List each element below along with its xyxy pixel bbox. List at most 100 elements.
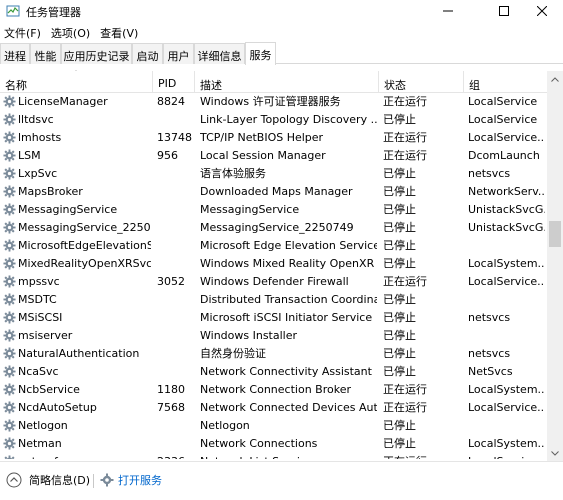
tab-details[interactable]: 详细信息 [194, 43, 245, 64]
service-status: 已停止 [383, 365, 416, 378]
table-row[interactable]: LicenseManager 8824 Windows 许可证管理器服务 正在运行 Lo… [0, 93, 547, 111]
table-row[interactable]: lltdsvc Link-Layer Topology Discovery ...… [0, 111, 547, 129]
menu-view[interactable]: 查看(V) [96, 23, 144, 41]
table-row[interactable]: LSM 956 Local Session Manager 正在运行 DcomLaunc… [0, 147, 547, 165]
service-gear-icon [3, 401, 16, 414]
table-row[interactable]: Netlogon Netlogon 已停止 [0, 417, 547, 435]
table-row[interactable]: Netman Network Connections 已停止 LocalSystem.… [0, 435, 547, 453]
column-header-description[interactable]: 描述 [195, 71, 379, 93]
service-description: 语言体验服务 [200, 167, 266, 180]
less-details-label: 简略信息(D) [29, 474, 91, 487]
service-gear-icon [3, 437, 16, 450]
service-name: MixedRealityOpenXRSvc [18, 257, 151, 270]
service-name: LicenseManager [18, 95, 108, 108]
service-gear-icon [3, 365, 16, 378]
service-status: 正在运行 [383, 453, 463, 459]
service-group: netsvcs [468, 167, 511, 180]
table-row[interactable]: netprofm 2336 Network List Service 正在运行 Loca… [0, 453, 547, 459]
service-name: lmhosts [18, 131, 62, 144]
tab-users[interactable]: 用户 [163, 43, 194, 64]
table-row[interactable]: MicrosoftEdgeElevationS... Microsoft Edge… [0, 237, 547, 255]
service-gear-icon [3, 347, 16, 360]
service-pid [157, 111, 195, 129]
column-header-name[interactable]: 名称 [0, 71, 153, 93]
tab-performance[interactable]: 性能 [30, 43, 61, 64]
table-row[interactable]: lmhosts 13748 TCP/IP NetBIOS Helper 正在运行 Loc… [0, 129, 547, 147]
close-button[interactable] [519, 0, 563, 22]
service-status: 正在运行 [383, 383, 427, 396]
service-status: 已停止 [383, 185, 416, 198]
service-name: MessagingService_22507... [18, 221, 151, 234]
gear-icon [100, 473, 114, 487]
service-name: MapsBroker [18, 185, 83, 198]
table-row[interactable]: NcdAutoSetup 7568 Network Connected Device… [0, 399, 547, 417]
service-gear-icon [3, 131, 16, 144]
service-group: netsvcs [468, 311, 511, 324]
title-bar[interactable]: 任务管理器 [0, 0, 563, 22]
table-row[interactable]: msiserver Windows Installer 已停止 [0, 327, 547, 345]
service-description: Network Connected Devices Aut... [200, 401, 377, 414]
open-services-link[interactable]: 打开服务 [100, 472, 162, 488]
collapse-chevron-icon [6, 472, 22, 488]
table-row[interactable]: MSiSCSI Microsoft iSCSI Initiator Service… [0, 309, 547, 327]
tab-startup[interactable]: 启动 [132, 43, 163, 64]
service-description: Downloaded Maps Manager [200, 185, 353, 198]
table-row[interactable]: MessagingService_22507... MessagingServic… [0, 219, 547, 237]
service-pid: 8824 [157, 95, 185, 108]
scroll-thumb[interactable] [549, 221, 561, 247]
table-row[interactable]: MixedRealityOpenXRSvc Windows Mixed Reali… [0, 255, 547, 273]
column-header-group[interactable]: 组 [464, 71, 547, 93]
service-description: 自然身份验证 [200, 347, 266, 360]
menu-options[interactable]: 选项(O) [47, 23, 96, 41]
tab-services[interactable]: 服务 [245, 42, 276, 65]
service-pid: 2336 [157, 453, 195, 459]
service-description: MessagingService_2250749 [200, 221, 354, 234]
service-gear-icon [3, 221, 16, 234]
column-header-status[interactable]: 状态 [379, 71, 464, 93]
less-details-button[interactable]: 简略信息(D) [6, 472, 90, 488]
service-gear-icon [3, 293, 16, 306]
menu-file[interactable]: 文件(F) [0, 23, 47, 41]
scroll-up-button[interactable] [547, 71, 563, 87]
service-gear-icon [3, 257, 16, 270]
service-description: TCP/IP NetBIOS Helper [200, 131, 324, 144]
tab-processes[interactable]: 进程 [0, 43, 30, 64]
table-row[interactable]: MessagingService MessagingService 已停止 Unist… [0, 201, 547, 219]
minimize-icon [443, 10, 453, 12]
service-pid [157, 291, 195, 309]
service-name: LSM [18, 149, 41, 162]
service-name: NaturalAuthentication [18, 347, 140, 360]
table-row[interactable]: MapsBroker Downloaded Maps Manager 已停止 Netw… [0, 183, 547, 201]
service-pid [157, 219, 195, 237]
column-header-pid[interactable]: PID [153, 71, 195, 93]
service-name: MicrosoftEdgeElevationS... [18, 239, 151, 252]
table-row[interactable]: mpssvc 3052 Windows Defender Firewall 正在运行 L… [0, 273, 547, 291]
table-row[interactable]: MSDTC Distributed Transaction Coordina...… [0, 291, 547, 309]
service-group: UnistackSvcG... [468, 221, 545, 234]
service-gear-icon [3, 149, 16, 162]
service-group: UnistackSvcG... [468, 203, 545, 216]
table-row[interactable]: NcaSvc Network Connectivity Assistant 已停止 N… [0, 363, 547, 381]
service-pid [157, 345, 195, 363]
vertical-scrollbar[interactable] [547, 71, 563, 461]
table-row[interactable]: LxpSvc 语言体验服务 已停止 netsvcs [0, 165, 547, 183]
service-status: 已停止 [383, 203, 416, 216]
service-description: Netlogon [200, 419, 250, 432]
service-gear-icon [3, 311, 16, 324]
service-status: 已停止 [383, 257, 416, 270]
service-gear-icon [3, 113, 16, 126]
open-services-label: 打开服务 [118, 474, 162, 487]
service-group: LocalService [468, 113, 538, 126]
service-status: 已停止 [383, 419, 416, 432]
table-row[interactable]: NcbService 1180 Network Connection Broker 正… [0, 381, 547, 399]
service-gear-icon [3, 419, 16, 432]
service-description: Windows Installer [200, 329, 298, 342]
scroll-down-button[interactable] [547, 445, 563, 461]
service-description: MessagingService [200, 203, 300, 216]
tab-app-history[interactable]: 应用历史记录 [61, 43, 132, 64]
service-description: Distributed Transaction Coordina... [200, 293, 377, 306]
table-row[interactable]: NaturalAuthentication 自然身份验证 已停止 netsvcs [0, 345, 547, 363]
service-group: LocalSystem... [468, 257, 545, 270]
minimize-button[interactable] [425, 0, 471, 22]
service-status: 已停止 [383, 347, 416, 360]
